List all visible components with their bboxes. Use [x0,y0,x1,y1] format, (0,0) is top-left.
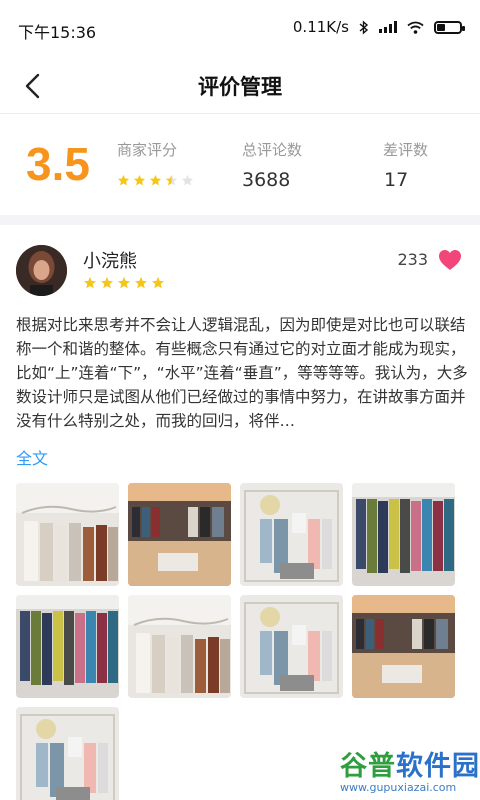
star-icon [181,174,194,186]
avatar[interactable] [16,245,67,296]
star-icon [117,174,130,186]
bad-reviews-value: 17 [384,169,409,191]
star-icon [83,276,97,289]
star-icon [149,174,162,186]
star-icon [117,276,131,289]
review-photo[interactable] [128,595,231,698]
overall-score: 3.5 [26,138,90,190]
photo-display-rack [240,483,343,586]
like-count: 233 [397,250,428,269]
net-speed: 0.11K/s [292,18,349,36]
total-reviews-value: 3688 [242,169,291,191]
review-photo[interactable] [16,707,119,800]
photo-shop-interior [352,595,455,698]
review-rating-stars [83,276,165,290]
star-icon [133,174,146,186]
star-icon [134,276,148,289]
review-photo[interactable] [240,483,343,586]
svg-text:谷普: 谷普 [340,750,396,782]
heart-icon[interactable] [438,249,462,271]
status-bar: 下午15:36 0.11K/s [0,0,480,58]
photo-shop-interior [128,483,231,586]
photo-hanger-rail [16,483,119,586]
section-divider [0,215,480,225]
status-indicators: 0.11K/s [292,18,465,36]
status-time: 下午15:36 [18,23,97,42]
merchant-rating-stars [117,174,194,187]
watermark-wordmark: 谷普 软件园 [340,750,478,782]
watermark-url: www.gupuxiazai.com [340,781,457,794]
photo-colorful-clothes [352,483,455,586]
signal-icon [379,21,397,33]
review-photo[interactable] [16,483,119,586]
full-text-link[interactable]: 全文 [16,445,48,469]
battery-icon [434,20,465,34]
bluetooth-icon [359,19,369,35]
review-photo[interactable] [128,483,231,586]
review-photo[interactable] [352,483,455,586]
rating-summary: 3.5 商家评分 总评论数 3688 差评数 17 [0,115,480,215]
nav-bar: 评价管理 [0,58,480,114]
photo-hanger-rail [128,595,231,698]
svg-text:软件园: 软件园 [396,751,478,782]
watermark-logo: 谷普 软件园 www.gupuxiazai.com [334,746,480,800]
review-photo[interactable] [240,595,343,698]
review-photo[interactable] [16,595,119,698]
photo-colorful-clothes [16,595,119,698]
star-icon [100,276,114,289]
page-title: 评价管理 [198,75,282,99]
user-name: 小浣熊 [83,251,137,272]
photo-display-rack [16,707,119,800]
bad-reviews-label: 差评数 [383,141,429,159]
wifi-icon [407,21,424,34]
star-icon [151,276,165,289]
photo-display-rack [240,595,343,698]
total-reviews-label: 总评论数 [242,141,303,159]
star-icon [165,174,178,186]
review-photo[interactable] [352,595,455,698]
merchant-rating-label: 商家评分 [117,141,178,159]
review-text: 根据对比来思考并不会让人逻辑混乱，因为即使是对比也可以联结称一个和谐的整体。有些… [16,316,468,430]
